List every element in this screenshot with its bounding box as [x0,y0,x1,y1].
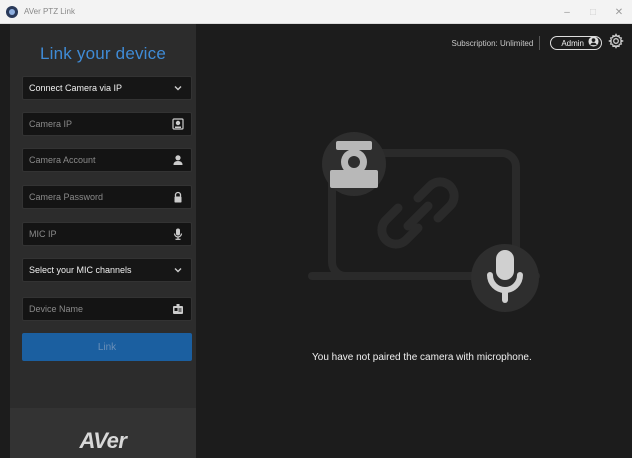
camera-password-input[interactable]: Camera Password [22,185,192,209]
mic-channels-value: Select your MIC channels [29,265,132,275]
camera-account-placeholder: Camera Account [29,155,96,165]
gear-icon[interactable] [608,32,624,54]
window-controls: – □ ✕ [554,0,632,24]
link-chain-icon [377,177,459,249]
camera-account-input[interactable]: Camera Account [22,148,192,172]
maximize-button[interactable]: □ [580,0,606,24]
brand-footer: AVer [10,408,196,458]
panel-title: Link your device [39,44,167,63]
pairing-status-message: You have not paired the camera with micr… [312,352,532,363]
user-icon [167,149,189,171]
app-icon [6,5,18,18]
admin-label: Admin [561,38,584,48]
header-divider [539,36,541,50]
connect-method-select[interactable]: Connect Camera via IP [22,76,192,100]
close-button[interactable]: ✕ [606,0,632,24]
app-title: AVer PTZ Link [24,7,75,16]
camera-icon [167,113,189,135]
mic-channels-select[interactable]: Select your MIC channels [22,258,192,282]
title-bar: AVer PTZ Link – □ ✕ [0,0,632,24]
user-circle-icon [588,34,599,52]
device-name-input[interactable]: Device Name [22,297,192,321]
link-device-panel: Link your device Connect Camera via IP C… [10,24,196,458]
connect-method-value: Connect Camera via IP [29,83,123,93]
pairing-illustration [308,132,540,312]
aver-logo: AVer [79,428,127,453]
camera-ip-placeholder: Camera IP [29,119,73,129]
admin-button[interactable]: Admin [550,36,602,50]
chevron-down-icon [167,77,189,99]
device-badge-icon [167,298,189,320]
mic-ip-input[interactable]: MIC IP [22,222,192,246]
header-bar: Subscription: Unlimited Admin [451,32,625,54]
chevron-down-icon [167,259,189,281]
microphone-icon [167,223,189,245]
link-button[interactable]: Link [22,333,192,361]
minimize-button[interactable]: – [554,0,580,24]
device-name-placeholder: Device Name [29,304,84,314]
camera-ip-input[interactable]: Camera IP [22,112,192,136]
lock-icon [167,186,189,208]
camera-password-placeholder: Camera Password [29,192,104,202]
subscription-status: Subscription: Unlimited [451,38,534,48]
app-window: AVer PTZ Link – □ ✕ Link your device Con… [0,0,632,458]
mic-ip-placeholder: MIC IP [29,229,57,239]
